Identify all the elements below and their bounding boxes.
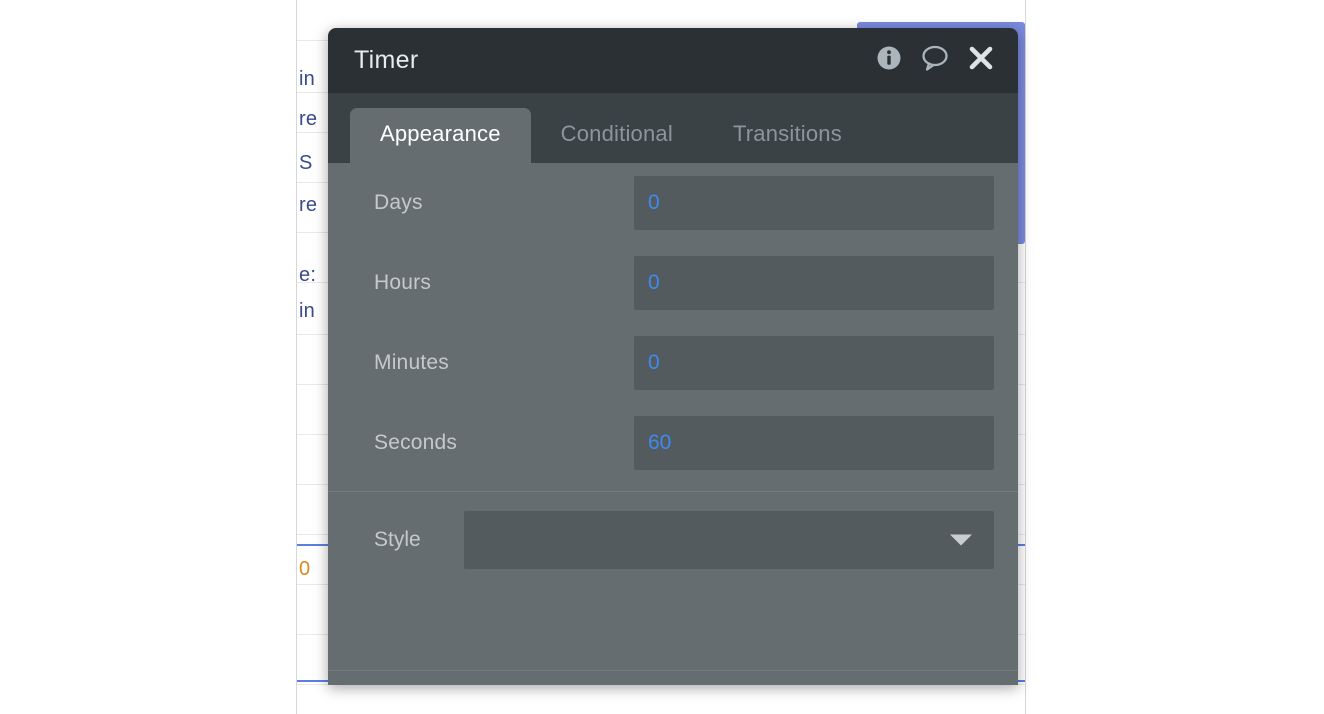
timer-fields: Days Hours Minutes Seconds: [328, 163, 1018, 483]
field-label-minutes: Minutes: [374, 351, 449, 374]
hours-input[interactable]: [634, 256, 994, 310]
dialog-body: Days Hours Minutes Seconds Style: [328, 163, 1018, 685]
info-icon[interactable]: [876, 45, 902, 76]
bottom-divider: [328, 670, 1018, 671]
background-text-fragment: re: [299, 194, 318, 216]
tab-transitions[interactable]: Transitions: [703, 108, 872, 163]
field-row: Days: [328, 163, 1018, 243]
timer-dialog: Timer Appearance Conditional Transitions…: [328, 28, 1018, 685]
days-input[interactable]: [634, 176, 994, 230]
background-text-fragment: S: [299, 152, 313, 174]
dialog-header-icons: [876, 44, 994, 77]
field-label-seconds: Seconds: [374, 431, 458, 454]
tab-appearance[interactable]: Appearance: [350, 108, 531, 163]
background-text-fragment: in: [299, 68, 315, 90]
page-title: Timer: [354, 46, 419, 74]
field-label-days: Days: [374, 191, 423, 214]
field-row: Seconds: [328, 403, 1018, 483]
dialog-header: Timer: [328, 28, 1018, 93]
background-text-fragment: e:: [299, 264, 317, 286]
field-row: Hours: [328, 243, 1018, 323]
tab-conditional[interactable]: Conditional: [531, 108, 703, 163]
seconds-input[interactable]: [634, 416, 994, 470]
background-text-fragment: re: [299, 108, 318, 130]
style-label: Style: [374, 528, 421, 551]
close-icon[interactable]: [968, 45, 994, 76]
field-row: Minutes: [328, 323, 1018, 403]
field-label-hours: Hours: [374, 271, 432, 294]
dialog-tabs: Appearance Conditional Transitions: [328, 93, 1018, 163]
background-text-fragment: in: [299, 300, 315, 322]
comment-icon[interactable]: [920, 44, 950, 77]
minutes-input[interactable]: [634, 336, 994, 390]
style-row: Style: [328, 492, 1018, 588]
chevron-down-icon: [950, 534, 972, 546]
style-select[interactable]: [464, 511, 994, 569]
background-text-fragment: 0: [299, 558, 311, 580]
